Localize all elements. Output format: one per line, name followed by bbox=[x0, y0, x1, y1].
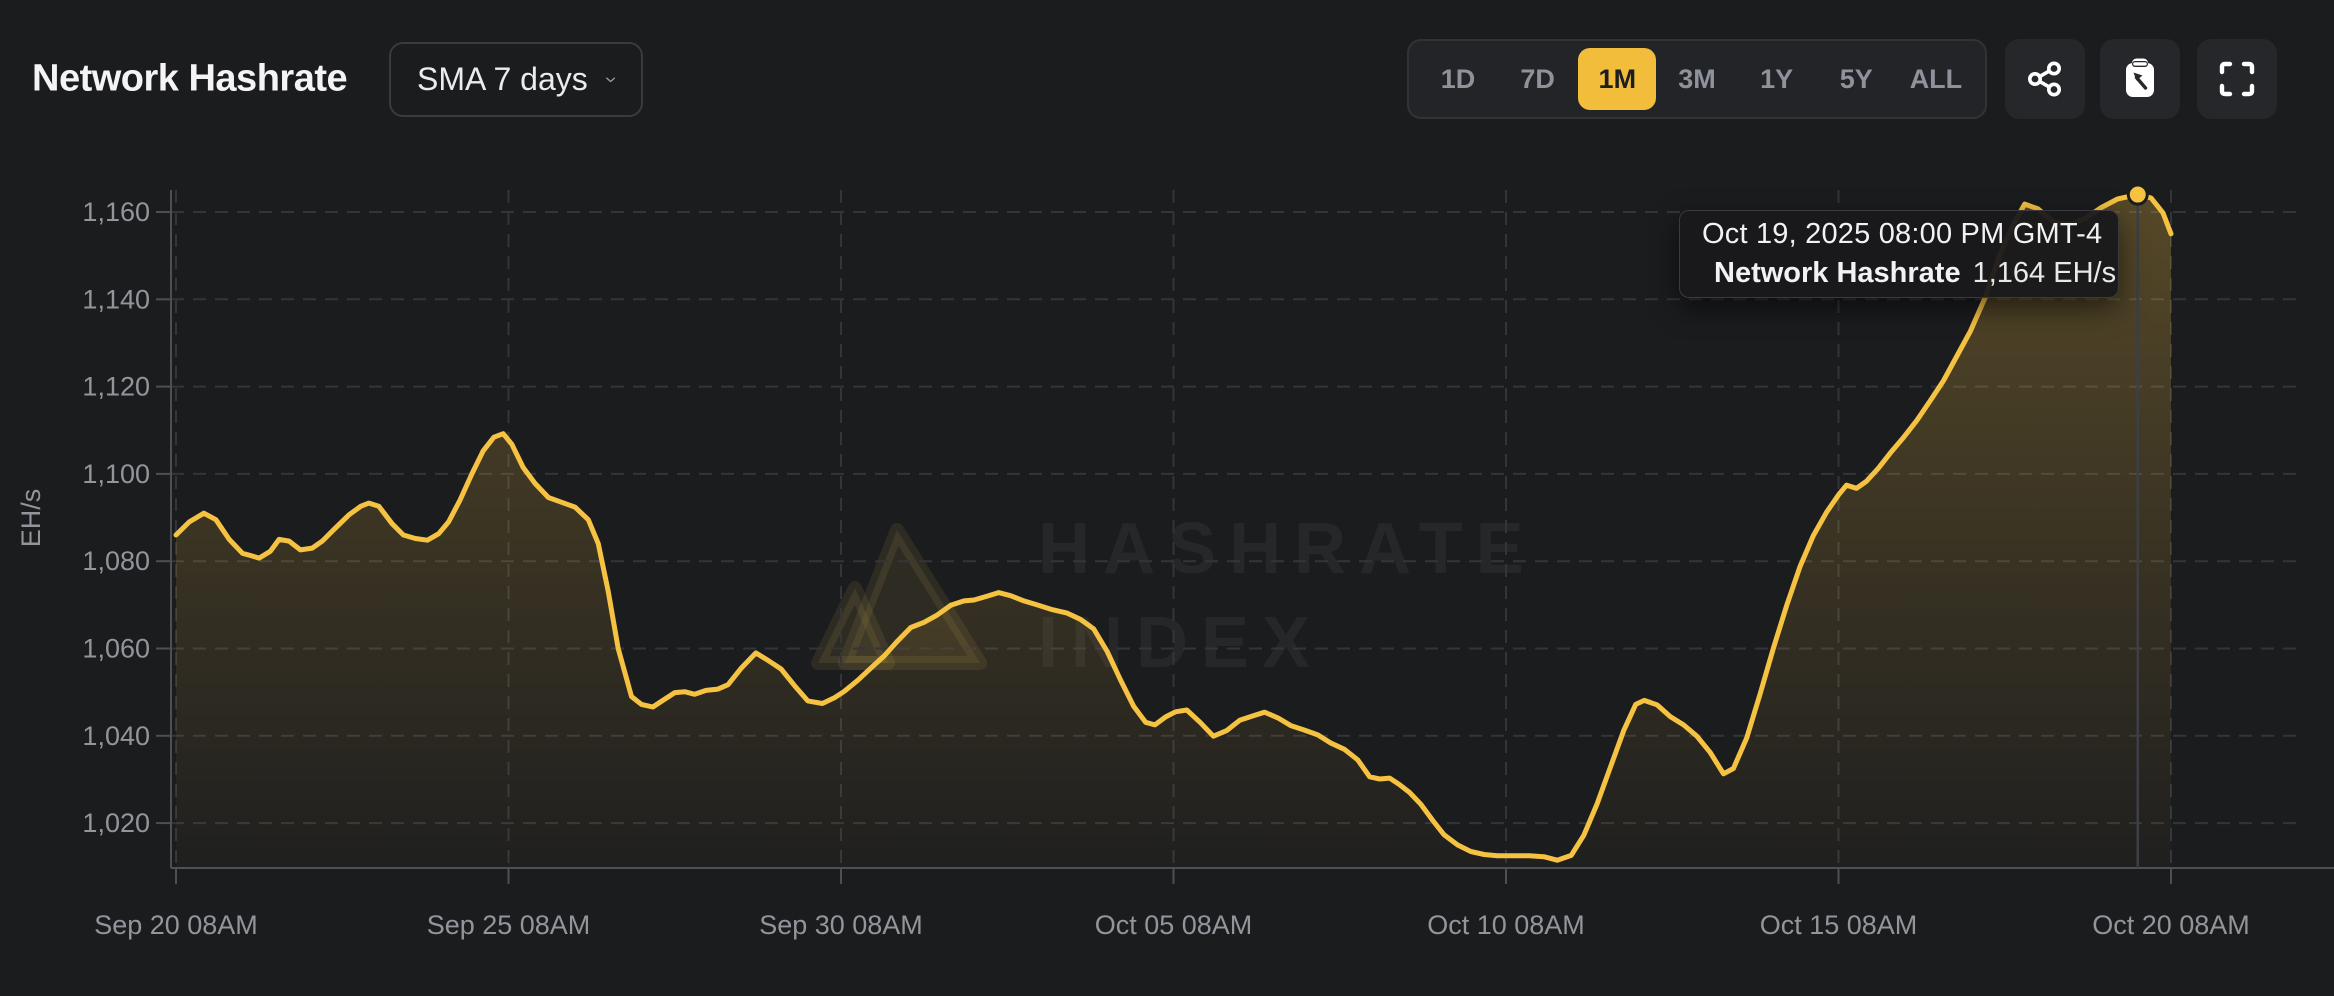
x-tick-label: Sep 25 08AM bbox=[427, 910, 591, 940]
watermark-text: HASHRATE bbox=[1038, 509, 1537, 589]
x-tick-label: Oct 05 08AM bbox=[1095, 910, 1253, 940]
fullscreen-button[interactable] bbox=[2197, 39, 2277, 119]
x-tick-label: Oct 15 08AM bbox=[1760, 910, 1918, 940]
chart-tooltip: Oct 19, 2025 08:00 PM GMT-4 Network Hash… bbox=[1679, 210, 2119, 298]
chevron-down-icon bbox=[606, 73, 615, 87]
time-range-selector: 1D7D1M3M1Y5YALL bbox=[1407, 39, 1987, 119]
y-axis-unit-label: EH/s bbox=[16, 489, 46, 548]
tooltip-date: Oct 19, 2025 08:00 PM GMT-4 bbox=[1702, 218, 2096, 251]
range-button-1y[interactable]: 1Y bbox=[1738, 48, 1816, 110]
x-tick-label: Oct 10 08AM bbox=[1427, 910, 1585, 940]
share-button[interactable] bbox=[2005, 39, 2085, 119]
y-tick-label: 1,100 bbox=[82, 459, 150, 489]
range-button-1m[interactable]: 1M bbox=[1578, 48, 1656, 110]
y-tick-label: 1,120 bbox=[82, 372, 150, 402]
fullscreen-icon bbox=[2219, 61, 2255, 97]
clipboard-icon bbox=[2120, 57, 2160, 101]
y-tick-label: 1,080 bbox=[82, 546, 150, 576]
sma-dropdown-value: SMA 7 days bbox=[417, 61, 588, 98]
range-button-5y[interactable]: 5Y bbox=[1817, 48, 1895, 110]
network-hashrate-panel: HASHRATEINDEX1,1601,1401,1201,1001,0801,… bbox=[0, 0, 2334, 996]
sma-dropdown[interactable]: SMA 7 days bbox=[389, 42, 643, 117]
range-button-3m[interactable]: 3M bbox=[1658, 48, 1736, 110]
highlighted-data-point[interactable] bbox=[2128, 185, 2147, 204]
x-tick-label: Oct 20 08AM bbox=[2092, 910, 2250, 940]
y-tick-label: 1,140 bbox=[82, 284, 150, 314]
range-button-1d[interactable]: 1D bbox=[1419, 48, 1497, 110]
tooltip-series-label: Network Hashrate bbox=[1714, 257, 1961, 290]
share-icon bbox=[2026, 60, 2064, 98]
x-tick-label: Sep 20 08AM bbox=[94, 910, 258, 940]
page-title: Network Hashrate bbox=[32, 58, 347, 101]
y-tick-label: 1,160 bbox=[82, 197, 150, 227]
range-button-all[interactable]: ALL bbox=[1897, 48, 1975, 110]
x-tick-label: Sep 30 08AM bbox=[759, 910, 923, 940]
hashrate-chart: HASHRATEINDEX1,1601,1401,1201,1001,0801,… bbox=[0, 0, 2334, 996]
y-tick-label: 1,040 bbox=[82, 721, 150, 751]
y-tick-label: 1,020 bbox=[82, 808, 150, 838]
range-button-7d[interactable]: 7D bbox=[1499, 48, 1577, 110]
copy-to-clipboard-button[interactable] bbox=[2100, 39, 2180, 119]
y-tick-label: 1,060 bbox=[82, 634, 150, 664]
tooltip-value: 1,164 EH/s bbox=[1973, 257, 2116, 290]
